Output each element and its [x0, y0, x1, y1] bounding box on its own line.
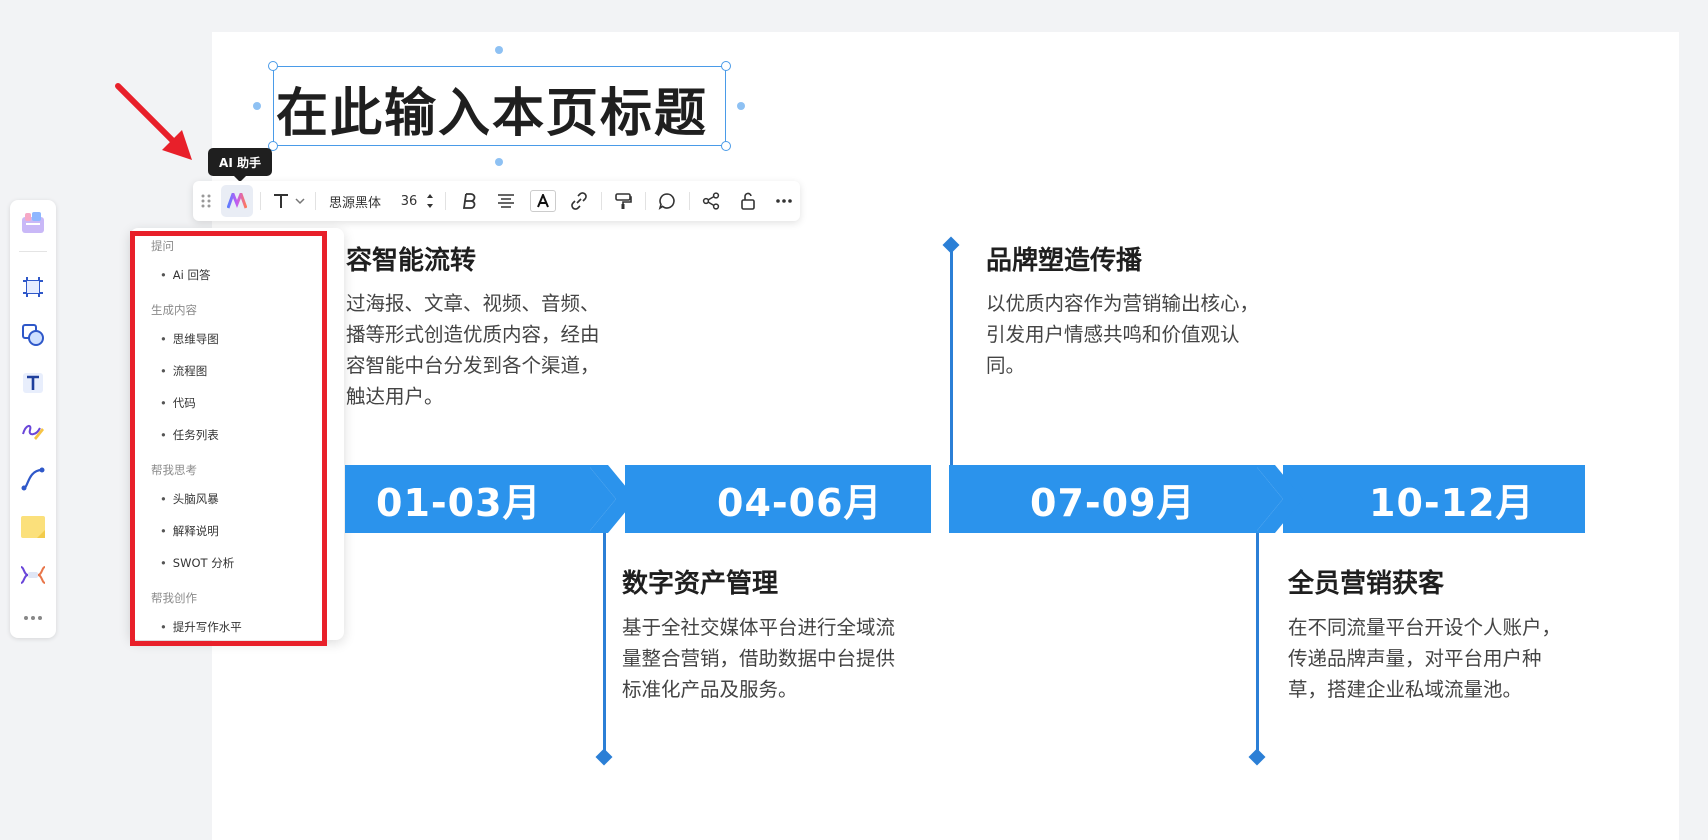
whiteboard-canvas[interactable]: [212, 32, 1679, 840]
period-label: 04-06月: [717, 481, 883, 525]
period-label: 07-09月: [1030, 481, 1196, 525]
text-color-icon[interactable]: [530, 190, 556, 212]
timeline-item-title: 容智能流转: [346, 246, 477, 276]
connection-point[interactable]: [253, 102, 261, 110]
font-size-stepper-icon[interactable]: [423, 181, 437, 221]
title-selection-box[interactable]: 在此输入本页标题: [273, 66, 726, 146]
period-label: 10-12月: [1369, 481, 1535, 525]
timeline-item-title: 数字资产管理: [622, 569, 779, 599]
toolbar-separator: [445, 192, 446, 210]
timeline-item-desc: 基于全社交媒体平台进行全域流 量整合营销，借助数据中台提供 标准化产品及服务。: [622, 616, 896, 701]
period-label: 01-03月: [376, 481, 542, 525]
resize-handle[interactable]: [721, 61, 731, 71]
red-highlight-box: [130, 231, 327, 646]
red-arrow-annotation: [115, 83, 192, 160]
shape-icon[interactable]: [18, 320, 48, 350]
floating-toolbar: 思源黑体 36: [193, 181, 800, 221]
ai-assistant-button[interactable]: [221, 185, 253, 217]
link-icon[interactable]: [565, 181, 593, 221]
more-tools-icon[interactable]: [18, 603, 48, 633]
timeline-item-desc: 过海报、文章、视频、音频、 播等形式创造优质内容，经由 容智能中台分发到各个渠道…: [346, 292, 600, 408]
tool-rail: [10, 200, 56, 638]
page-title[interactable]: 在此输入本页标题: [276, 71, 708, 146]
toolbar-separator: [645, 192, 646, 210]
pen-icon[interactable]: [18, 416, 48, 446]
frame-icon[interactable]: [18, 272, 48, 302]
more-options-icon[interactable]: [770, 181, 798, 221]
comment-icon[interactable]: [653, 181, 681, 221]
format-painter-icon[interactable]: [609, 181, 637, 221]
resize-handle[interactable]: [268, 61, 278, 71]
templates-icon[interactable]: [18, 208, 48, 238]
timeline-connector: [950, 246, 953, 468]
toolbar-separator: [689, 192, 690, 210]
toolbar-separator: [260, 192, 261, 210]
timeline-item-title: 全员营销获客: [1288, 569, 1445, 599]
resize-handle[interactable]: [721, 141, 731, 151]
font-family-select[interactable]: 思源黑体: [323, 181, 387, 221]
bold-icon[interactable]: [455, 181, 483, 221]
ai-assistant-tooltip: AI 助手: [208, 148, 272, 182]
timeline-chevron: [588, 465, 636, 533]
timeline-chevron: [1255, 465, 1303, 533]
text-tool-icon[interactable]: [18, 368, 48, 398]
text-style-dropdown[interactable]: [269, 181, 309, 221]
font-size-value[interactable]: 36: [397, 181, 421, 221]
connect-icon[interactable]: [697, 181, 725, 221]
connection-point[interactable]: [495, 158, 503, 166]
toolbar-separator: [601, 192, 602, 210]
timeline-item-title: 品牌塑造传播: [986, 246, 1143, 276]
connection-point[interactable]: [737, 102, 745, 110]
timeline-item-desc: 在不同流量平台开设个人账户， 传递品牌声量，对平台用户种 草，搭建企业私域流量池…: [1288, 616, 1562, 701]
rail-divider: [19, 251, 47, 252]
unlock-icon[interactable]: [734, 181, 762, 221]
connection-point[interactable]: [495, 46, 503, 54]
connector-icon[interactable]: [18, 464, 48, 494]
timeline-connector: [1256, 533, 1259, 755]
mindmap-icon[interactable]: [18, 560, 48, 590]
sticky-note-icon[interactable]: [18, 512, 48, 542]
timeline-connector: [603, 533, 606, 755]
drag-handle-icon[interactable]: [199, 181, 213, 221]
align-icon[interactable]: [492, 181, 520, 221]
timeline-item-desc: 以优质内容作为营销输出核心， 引发用户情感共鸣和价值观认 同。: [986, 292, 1260, 377]
toolbar-separator: [315, 192, 316, 210]
